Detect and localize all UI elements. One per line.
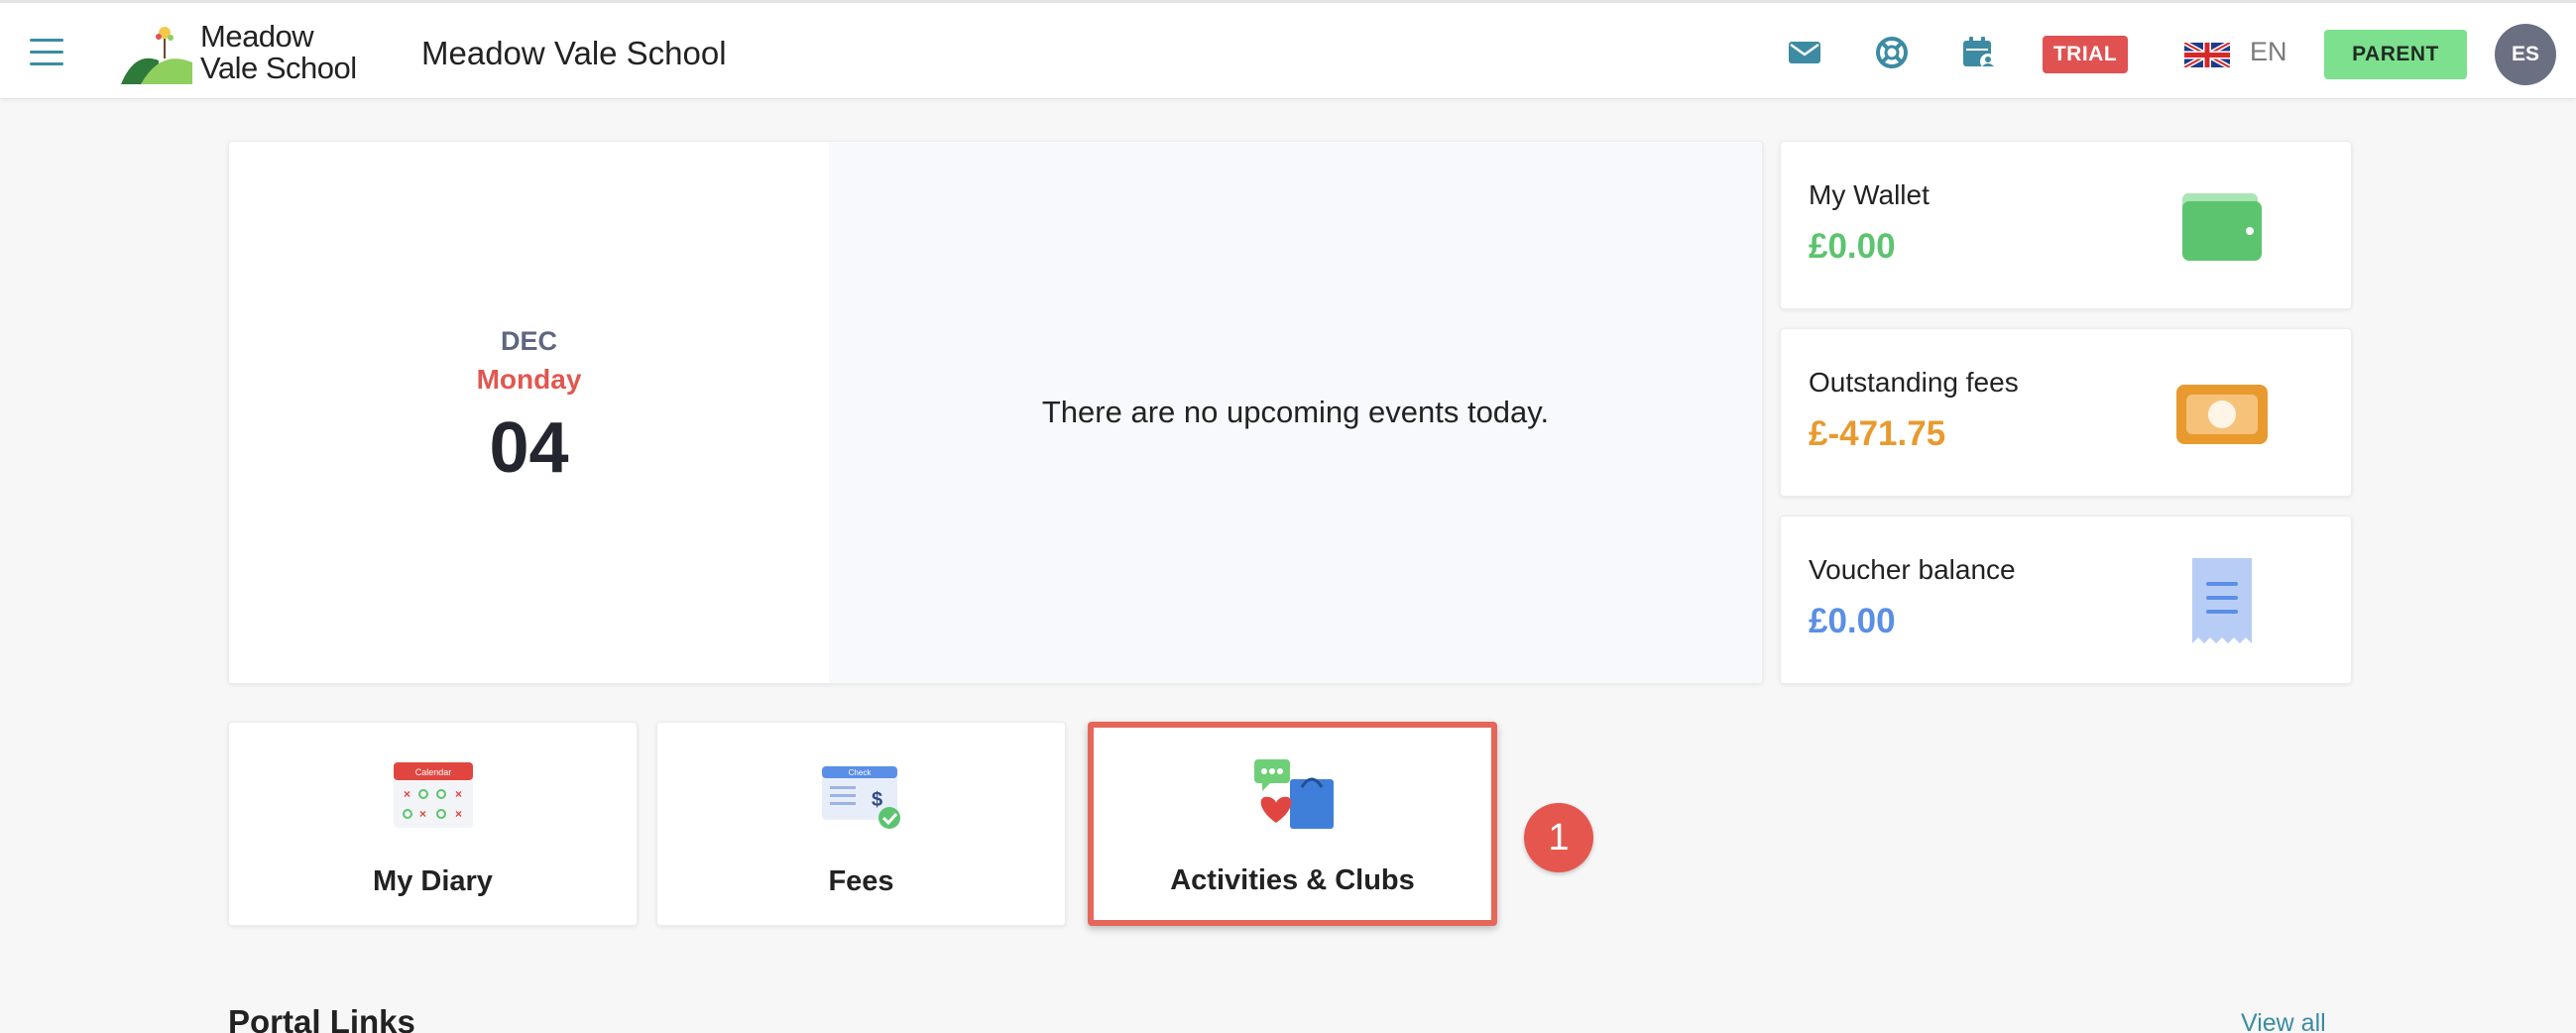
logo-line-1: Meadow xyxy=(200,19,314,54)
calendar-user-icon[interactable] xyxy=(1961,35,1997,70)
menu-icon[interactable] xyxy=(30,39,63,66)
my-diary-label: My Diary xyxy=(373,865,493,897)
fees-tile[interactable]: Check $ Fees xyxy=(656,722,1066,926)
activities-clubs-label: Activities & Clubs xyxy=(1170,864,1415,896)
svg-text:×: × xyxy=(404,787,410,801)
activities-clubs-tile[interactable]: Activities & Clubs xyxy=(1088,722,1497,926)
support-lifebuoy-icon[interactable] xyxy=(1874,35,1910,70)
svg-text:×: × xyxy=(419,807,426,821)
calendar-weekday: Monday xyxy=(476,364,582,395)
uk-flag-icon[interactable] xyxy=(2184,43,2230,67)
svg-text:×: × xyxy=(455,807,462,821)
outstanding-fees-value: £-471.75 xyxy=(1809,414,1946,453)
check-icon-text: Check xyxy=(849,768,873,777)
svg-text:$: $ xyxy=(872,789,882,811)
wallet-icon xyxy=(2182,193,2262,261)
calendar-day-number: 04 xyxy=(489,408,569,488)
trial-badge: TRIAL xyxy=(2043,36,2128,73)
wallet-label: My Wallet xyxy=(1809,179,1930,210)
voucher-balance-card[interactable]: Voucher balance £0.00 xyxy=(1780,516,2352,684)
calendar-icon-text: Calendar xyxy=(415,767,452,777)
voucher-balance-label: Voucher balance xyxy=(1809,554,2016,585)
calendar-month: DEC xyxy=(500,326,557,356)
school-name: Meadow Vale School xyxy=(421,35,727,71)
wallet-value: £0.00 xyxy=(1809,227,1896,266)
logo-line-2: Vale School xyxy=(200,51,357,85)
language-selector[interactable]: EN xyxy=(2250,37,2287,67)
parent-role-button[interactable]: PARENT xyxy=(2324,30,2467,79)
today-calendar-card: DEC Monday 04 There are no upcoming even… xyxy=(228,141,1763,684)
voucher-balance-value: £0.00 xyxy=(1809,602,1896,640)
events-panel: There are no upcoming events today. xyxy=(829,142,1762,683)
svg-text:×: × xyxy=(455,787,462,801)
view-all-link[interactable]: View all xyxy=(2241,1009,2326,1033)
logo-hills-icon xyxy=(121,27,192,84)
banknote-icon xyxy=(2176,385,2268,444)
avatar[interactable]: ES xyxy=(2495,24,2556,85)
top-bar: Meadow Vale School Meadow Vale School TR… xyxy=(0,0,2576,99)
no-events-message: There are no upcoming events today. xyxy=(1041,395,1550,429)
fees-check-icon: Check $ xyxy=(822,766,900,829)
date-panel: DEC Monday 04 xyxy=(229,142,829,683)
step-marker: 1 xyxy=(1524,803,1593,872)
logo-text: Meadow Vale School xyxy=(200,21,357,84)
fees-label: Fees xyxy=(828,865,894,897)
my-diary-tile[interactable]: Calendar × × × × My Diary xyxy=(228,722,638,926)
activities-bag-icon xyxy=(1254,759,1334,829)
portal-links-title: Portal Links xyxy=(228,1003,415,1033)
calendar-diary-icon: Calendar × × × × xyxy=(394,762,473,828)
receipt-icon xyxy=(2192,558,2252,643)
school-logo[interactable]: Meadow Vale School xyxy=(121,21,359,84)
wallet-card[interactable]: My Wallet £0.00 xyxy=(1780,141,2352,309)
outstanding-fees-label: Outstanding fees xyxy=(1809,367,2019,398)
mail-icon[interactable] xyxy=(1787,35,1822,70)
outstanding-fees-card[interactable]: Outstanding fees £-471.75 xyxy=(1780,328,2352,497)
